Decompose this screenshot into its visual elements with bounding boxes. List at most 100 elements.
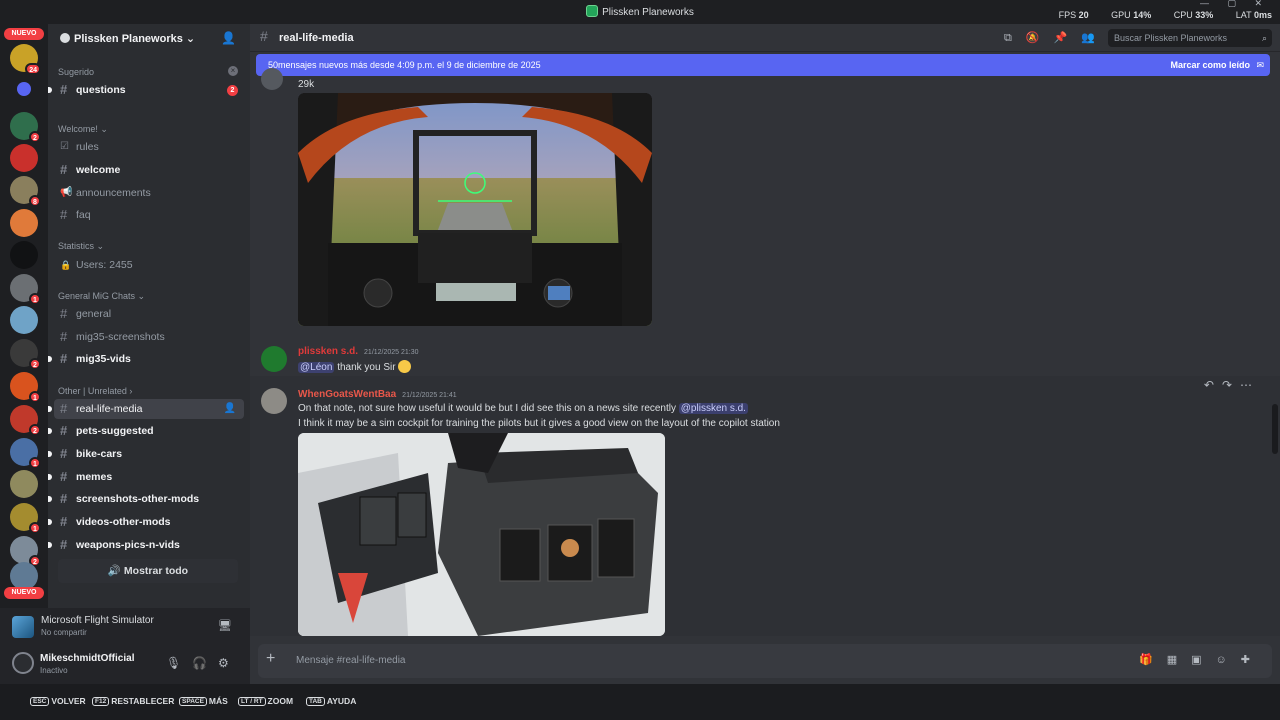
server-icon[interactable]: 1	[10, 438, 41, 469]
show-all-button[interactable]: 🔊 Mostrar todo	[58, 559, 238, 583]
game-icon	[12, 616, 34, 638]
channel-real-life-media[interactable]: # real-life-media 👤	[48, 399, 244, 419]
channel-welcome[interactable]: # welcome	[54, 160, 244, 180]
emoji-icon[interactable]: ☺	[1216, 654, 1241, 666]
gift-icon[interactable]: 🎁	[1139, 654, 1167, 666]
mention-badge: 2	[227, 85, 238, 96]
channel-announcements[interactable]: 📢 announcements	[54, 183, 244, 203]
mark-as-read-button[interactable]: Marcar como leído	[1170, 54, 1250, 76]
avatar[interactable]	[261, 346, 287, 372]
add-member-icon[interactable]: 👤	[224, 399, 236, 419]
sticker-icon[interactable]: ▣	[1191, 654, 1215, 666]
hint-back[interactable]: ESC VOLVER	[30, 696, 86, 706]
notification-badge: 1	[29, 457, 41, 469]
notification-badge: 2	[29, 131, 41, 143]
microphone-icon[interactable]: 🎙	[166, 656, 181, 670]
members-icon[interactable]: 👥	[1081, 32, 1109, 44]
server-icon[interactable]	[10, 306, 38, 334]
mute-bell-icon[interactable]: 🔕	[1026, 32, 1054, 44]
message-author[interactable]: WhenGoatsWentBaa 21/12/2025 21:41	[298, 389, 457, 400]
avatar[interactable]	[261, 68, 283, 90]
close-icon[interactable]: ×	[228, 66, 238, 76]
mention[interactable]: @plissken s.d.	[678, 403, 748, 414]
apps-icon[interactable]: ✚	[1241, 654, 1264, 666]
category-other[interactable]: Other | Unrelated ›	[58, 386, 132, 396]
rules-icon: ☑	[60, 141, 69, 152]
message-composer[interactable]: + Mensaje #real-life-media 🎁▦▣☺✚	[258, 644, 1272, 678]
threads-icon[interactable]: ⧉	[1004, 32, 1026, 44]
category-statistics[interactable]: Statistics ⌄	[58, 241, 104, 252]
headphones-icon[interactable]: 🎧	[192, 656, 207, 670]
channel-weapons-pics-n-vids[interactable]: # weapons-pics-n-vids	[48, 535, 244, 555]
server-icon[interactable]: 2	[10, 339, 41, 370]
channel-bike-cars[interactable]: # bike-cars	[48, 444, 244, 464]
hint-reset[interactable]: F12 RESTABLECER	[92, 696, 174, 706]
reply-icon[interactable]: ↶	[1204, 378, 1222, 392]
invite-icon[interactable]: 👤	[221, 31, 236, 45]
server-icon[interactable]: 2	[10, 112, 41, 143]
channel-memes[interactable]: # memes	[48, 467, 244, 487]
category-general[interactable]: General MiG Chats ⌄	[58, 291, 145, 302]
header-actions: ⧉🔕📌👥	[1004, 31, 1109, 45]
speaker-icon: 🔊	[107, 565, 121, 577]
message-input[interactable]: Mensaje #real-life-media	[296, 655, 406, 666]
gif-icon[interactable]: ▦	[1167, 654, 1191, 666]
server-icon-top[interactable]: 24	[10, 44, 41, 75]
server-icon[interactable]: 2	[10, 536, 41, 567]
channel-general[interactable]: # general	[54, 304, 244, 324]
hint-zoom[interactable]: LT / RT ZOOM	[238, 696, 293, 706]
server-icon[interactable]	[10, 241, 38, 269]
server-icon[interactable]: 2	[10, 405, 41, 436]
chat-main: # real-life-media ⧉🔕📌👥 Buscar Plissken P…	[250, 24, 1280, 684]
channel-pets-suggested[interactable]: # pets-suggested	[48, 421, 244, 441]
gear-icon[interactable]: ⚙	[218, 656, 229, 670]
avatar[interactable]	[12, 652, 34, 674]
category-welcome[interactable]: Welcome! ⌄	[58, 124, 108, 135]
hash-icon: #	[60, 82, 68, 97]
search-icon: ⌕	[1261, 33, 1267, 43]
channel-mig35-vids[interactable]: # mig35-vids	[48, 349, 244, 369]
more-icon[interactable]: ⋯	[1240, 378, 1260, 392]
notification-badge: 1	[29, 293, 41, 305]
cockpit-photo-attachment[interactable]	[298, 93, 652, 326]
channel-rules[interactable]: ☑ rules	[54, 137, 244, 157]
server-icon[interactable]: 1	[10, 274, 41, 305]
category-suggested[interactable]: Sugerido	[58, 67, 94, 77]
server-icon[interactable]	[10, 562, 38, 590]
server-icon[interactable]: 1	[10, 503, 41, 534]
hash-icon: #	[60, 446, 68, 461]
server-icon[interactable]	[10, 144, 38, 172]
search-input[interactable]: Buscar Plissken Planeworks ⌕	[1108, 29, 1272, 47]
avatar[interactable]	[261, 388, 287, 414]
server-header[interactable]: Plissken Planeworks ⌄ 👤	[48, 24, 250, 52]
hint-help[interactable]: TAB AYUDA	[306, 696, 356, 706]
forward-icon[interactable]: ↷	[1222, 378, 1240, 392]
server-icon[interactable]: 8	[10, 176, 41, 207]
mention[interactable]: @Léon	[298, 362, 335, 373]
window-controls[interactable]: — ▢ ✕	[1200, 0, 1270, 9]
hint-more[interactable]: SPACE MÁS	[179, 696, 228, 706]
pin-icon[interactable]: 📌	[1054, 32, 1082, 44]
server-icon[interactable]	[10, 209, 38, 237]
server-icon[interactable]	[10, 470, 38, 498]
megaphone-icon: 📢	[60, 187, 73, 198]
sharing-status: No compartir	[41, 628, 87, 637]
screen-share-icon[interactable]: 🖥	[218, 619, 232, 632]
channel-users-count[interactable]: 🔒 Users: 2455	[54, 255, 244, 275]
server-icon[interactable]: 1	[10, 372, 41, 403]
add-attachment-icon[interactable]: +	[266, 650, 275, 668]
trainer-cockpit-photo	[298, 433, 665, 636]
message-author[interactable]: plissken s.d. 21/12/2025 21:30	[298, 346, 419, 357]
direct-messages-icon[interactable]	[17, 82, 31, 96]
controller-hint-bar: ESC VOLVER F12 RESTABLECER SPACE MÁS LT / R…	[0, 684, 1280, 720]
username[interactable]: MikeschmidtOfficial	[40, 653, 134, 664]
channel-mig35-screenshots[interactable]: # mig35-screenshots	[54, 327, 244, 347]
trainer-cockpit-photo-attachment[interactable]	[298, 433, 665, 636]
channel-faq[interactable]: # faq	[54, 205, 244, 225]
channel-questions[interactable]: # questions 2	[48, 80, 244, 100]
scrollbar[interactable]	[1272, 404, 1278, 454]
channel-videos-other-mods[interactable]: # videos-other-mods	[48, 512, 244, 532]
unread-indicator	[48, 428, 52, 434]
new-messages-bar[interactable]: 50mensajes nuevos más desde 4:09 p.m. el…	[256, 54, 1270, 76]
channel-screenshots-other-mods[interactable]: # screenshots-other-mods	[48, 489, 244, 509]
